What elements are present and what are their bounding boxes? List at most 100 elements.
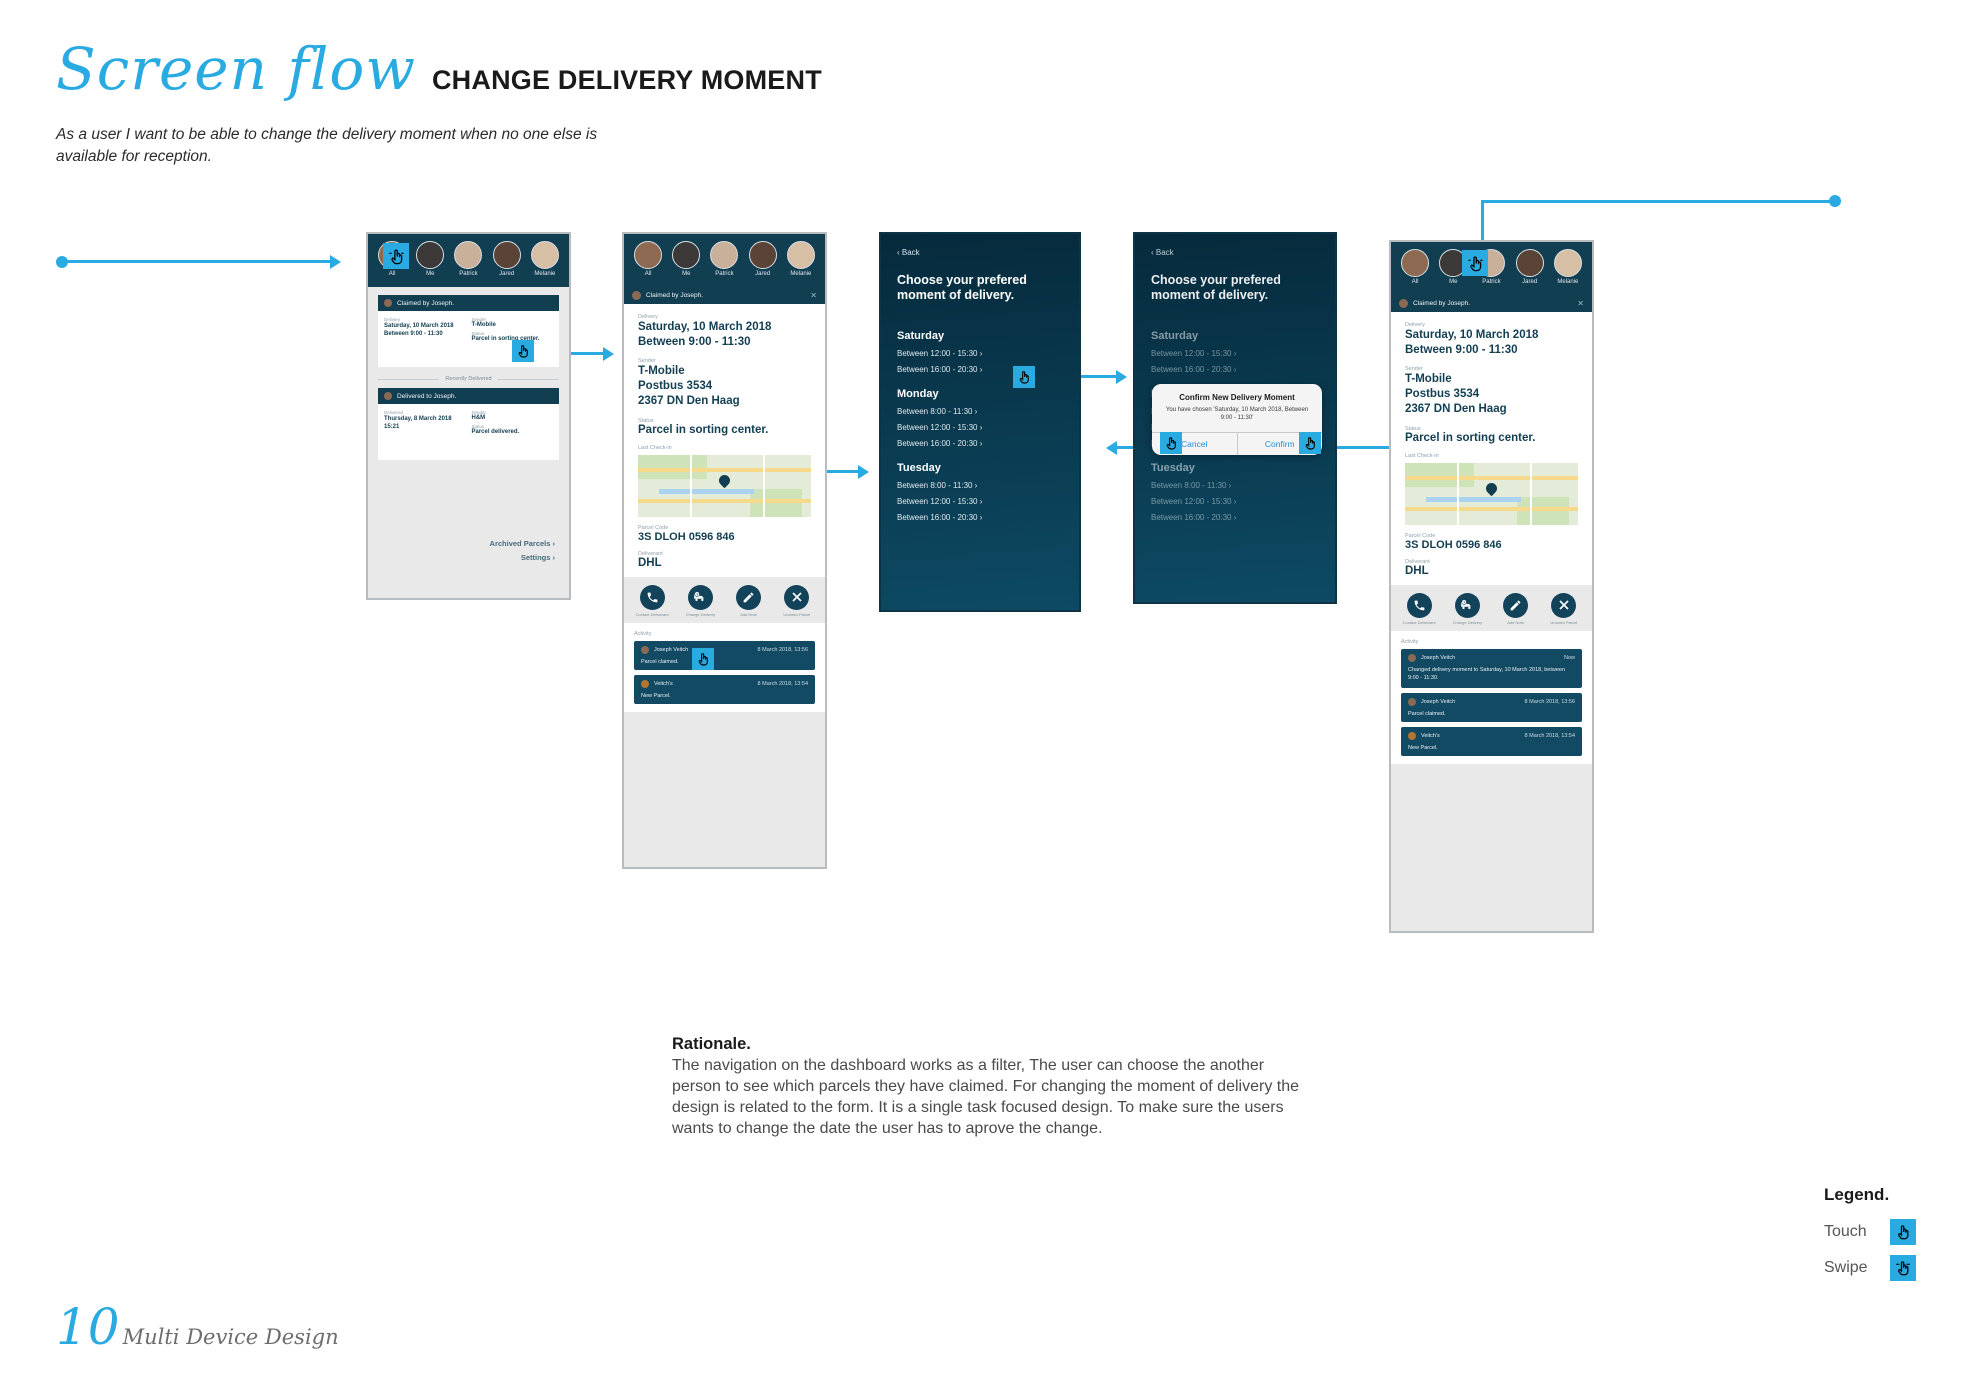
back-button[interactable]: ‹ Back	[897, 248, 1063, 257]
action-add-note[interactable]: Add Note	[1493, 592, 1537, 627]
slide-page: Screen flow CHANGE DELIVERY MOMENT As a …	[0, 0, 1964, 1390]
list-item[interactable]: Joseph Veitch 8 March 2018, 13:56 Parcel…	[1401, 692, 1582, 722]
delivered-bar-label: Delivered to Joseph.	[397, 392, 457, 400]
day-heading-saturday: Saturday	[897, 329, 945, 342]
map-thumbnail[interactable]	[638, 454, 811, 517]
delivery-date: Saturday, 10 March 2018	[1405, 329, 1539, 341]
avatar	[641, 645, 649, 654]
sender-name: T-Mobile	[1405, 373, 1452, 386]
avatar-filter-nav[interactable]: All Me Patrick Jared Melanie	[624, 234, 825, 287]
slot-option[interactable]: Between 12:00 - 15:30 ›	[1151, 497, 1319, 506]
sidebar-item-all[interactable]: All	[630, 241, 666, 284]
slot-option[interactable]: Between 8:00 - 11:30 ›	[897, 481, 1063, 490]
deck-title: Multi Device Design	[122, 1325, 339, 1349]
list-item[interactable]: Veitch's 8 March 2018, 13:54 New Parcel.	[1401, 726, 1582, 756]
avatar	[632, 291, 641, 300]
phone-screen-confirm-dialog[interactable]: ‹ Back Choose your prefered moment of de…	[1133, 232, 1337, 604]
action-bar[interactable]: Contact Deliverant Change Delivery Add N…	[1391, 584, 1592, 631]
slot-option[interactable]: Between 16:00 - 20:30 ›	[897, 365, 1063, 374]
action-bar[interactable]: Contact Deliverant Change Delivery Add N…	[624, 576, 825, 623]
action-change-delivery[interactable]: Change Delivery	[678, 584, 722, 619]
sidebar-item-patrick[interactable]: Patrick	[450, 241, 486, 284]
day-heading-tuesday: Tuesday	[1151, 461, 1195, 474]
sidebar-item-melanie[interactable]: Melanie	[527, 241, 563, 284]
nav-label: Me	[682, 271, 691, 277]
activity-text: Parcel claimed.	[641, 658, 679, 665]
action-add-note[interactable]: Add Note	[726, 584, 770, 619]
avatar	[634, 241, 663, 269]
slot-option[interactable]: Between 12:00 - 15:30 ›	[897, 349, 1063, 358]
close-icon[interactable]: ✕	[1577, 299, 1584, 308]
phone-icon	[639, 584, 665, 610]
action-unclaim-parcel[interactable]: Unclaim Parcel	[775, 584, 819, 619]
sidebar-item-me[interactable]: Me	[412, 241, 448, 284]
nav-label: Melanie	[790, 271, 812, 277]
sidebar-item-jared[interactable]: Jared	[1512, 249, 1548, 292]
claimed-bar-label: Claimed by Joseph.	[646, 292, 704, 299]
status-value: Parcel delivered.	[471, 429, 520, 435]
sidebar-item-melanie[interactable]: Melanie	[783, 241, 819, 284]
slot-option[interactable]: Between 16:00 - 20:30 ›	[1151, 365, 1319, 374]
touch-icon	[1890, 1219, 1916, 1245]
list-item[interactable]: Joseph Veitch Now Changed delivery momen…	[1401, 648, 1582, 688]
archived-parcels-link[interactable]: Archived Parcels ›	[490, 539, 555, 548]
slot-option[interactable]: Between 16:00 - 20:30 ›	[897, 513, 1063, 522]
action-label: Add Note	[740, 611, 757, 617]
sidebar-item-all[interactable]: All	[1397, 249, 1433, 292]
slot-option[interactable]: Between 8:00 - 11:30 ›	[1151, 481, 1319, 490]
slot-option[interactable]: Between 12:00 - 15:30 ›	[897, 497, 1063, 506]
avatar-filter-nav[interactable]: All Me Patrick Jared Melanie	[1391, 242, 1592, 295]
dialog-subtitle: You have chosen 'Saturday, 10 March 2018…	[1165, 407, 1309, 421]
slot-option[interactable]: Between 8:00 - 11:30 ›	[897, 407, 1063, 416]
settings-link[interactable]: Settings ›	[490, 553, 555, 562]
dialog-title: Confirm New Delivery Moment	[1179, 393, 1295, 402]
activity-time: 8 March 2018, 13:56	[757, 646, 808, 653]
phone-screen-parcel-detail[interactable]: All Me Patrick Jared Melanie Claimed by …	[622, 232, 827, 869]
swipe-icon	[1890, 1255, 1916, 1281]
flow-arrow-7-h	[1481, 200, 1835, 203]
action-contact-deliverant[interactable]: Contact Deliverant	[1397, 592, 1441, 627]
back-button[interactable]: ‹ Back	[1151, 248, 1319, 257]
sidebar-item-jared[interactable]: Jared	[745, 241, 781, 284]
activity-label: Activity	[1401, 638, 1419, 645]
list-item[interactable]: Joseph Veitch 8 March 2018, 13:56 Parcel…	[634, 640, 815, 670]
nav-label: All	[388, 271, 396, 277]
phone-screen-parcel-detail-updated[interactable]: All Me Patrick Jared Melanie Claimed by …	[1389, 240, 1594, 933]
nav-label: Patrick	[715, 271, 734, 277]
list-item[interactable]: Veitch's 8 March 2018, 13:54 New Parcel.	[634, 674, 815, 704]
claimed-bar-label: Claimed by Joseph.	[397, 299, 455, 307]
avatar	[1401, 249, 1430, 277]
legend-label: Touch	[1824, 1223, 1867, 1240]
slot-option[interactable]: Between 12:00 - 15:30 ›	[897, 423, 1063, 432]
map-thumbnail[interactable]	[1405, 462, 1578, 525]
phone-screen-dashboard[interactable]: All Me Patrick Jared Melanie Claimed by …	[366, 232, 571, 600]
touch-icon	[1299, 432, 1321, 454]
slot-option[interactable]: Between 16:00 - 20:30 ›	[1151, 513, 1319, 522]
sidebar-item-patrick[interactable]: Patrick	[706, 241, 742, 284]
avatar	[492, 241, 521, 269]
activity-text: Parcel claimed.	[1408, 710, 1446, 717]
rationale-body: The navigation on the dashboard works as…	[672, 1057, 1299, 1137]
avatar	[454, 241, 483, 269]
pencil-icon	[736, 584, 762, 610]
slot-option[interactable]: Between 16:00 - 20:30 ›	[897, 439, 1063, 448]
slot-option[interactable]: Between 12:00 - 15:30 ›	[1151, 349, 1319, 358]
page-title-script: Screen flow	[56, 35, 416, 103]
action-contact-deliverant[interactable]: Contact Deliverant	[630, 584, 674, 619]
activity-text: Changed delivery moment to Saturday, 10 …	[1408, 666, 1566, 681]
action-change-delivery[interactable]: Change Delivery	[1445, 592, 1489, 627]
delivered-bar: Delivered to Joseph.	[378, 388, 559, 404]
phone-screen-delivery-picker[interactable]: ‹ Back Choose your prefered moment of de…	[879, 232, 1081, 612]
sidebar-item-jared[interactable]: Jared	[489, 241, 525, 284]
parcel-detail-body: Delivery Saturday, 10 March 2018 Between…	[1391, 312, 1592, 585]
sidebar-item-melanie[interactable]: Melanie	[1550, 249, 1586, 292]
day-heading-tuesday: Tuesday	[897, 461, 941, 474]
close-icon[interactable]: ✕	[810, 291, 817, 300]
separator-label: Recently Delivered	[445, 376, 492, 382]
parcel-card-delivered[interactable]: Delivered Thursday, 8 March 2018 15:21 S…	[378, 404, 559, 460]
sidebar-item-me[interactable]: Me	[668, 241, 704, 284]
status-value: Parcel in sorting center.	[638, 423, 769, 436]
action-unclaim-parcel[interactable]: Unclaim Parcel	[1542, 592, 1586, 627]
nav-label: Patrick	[459, 271, 478, 277]
phone-icon	[1406, 592, 1432, 618]
